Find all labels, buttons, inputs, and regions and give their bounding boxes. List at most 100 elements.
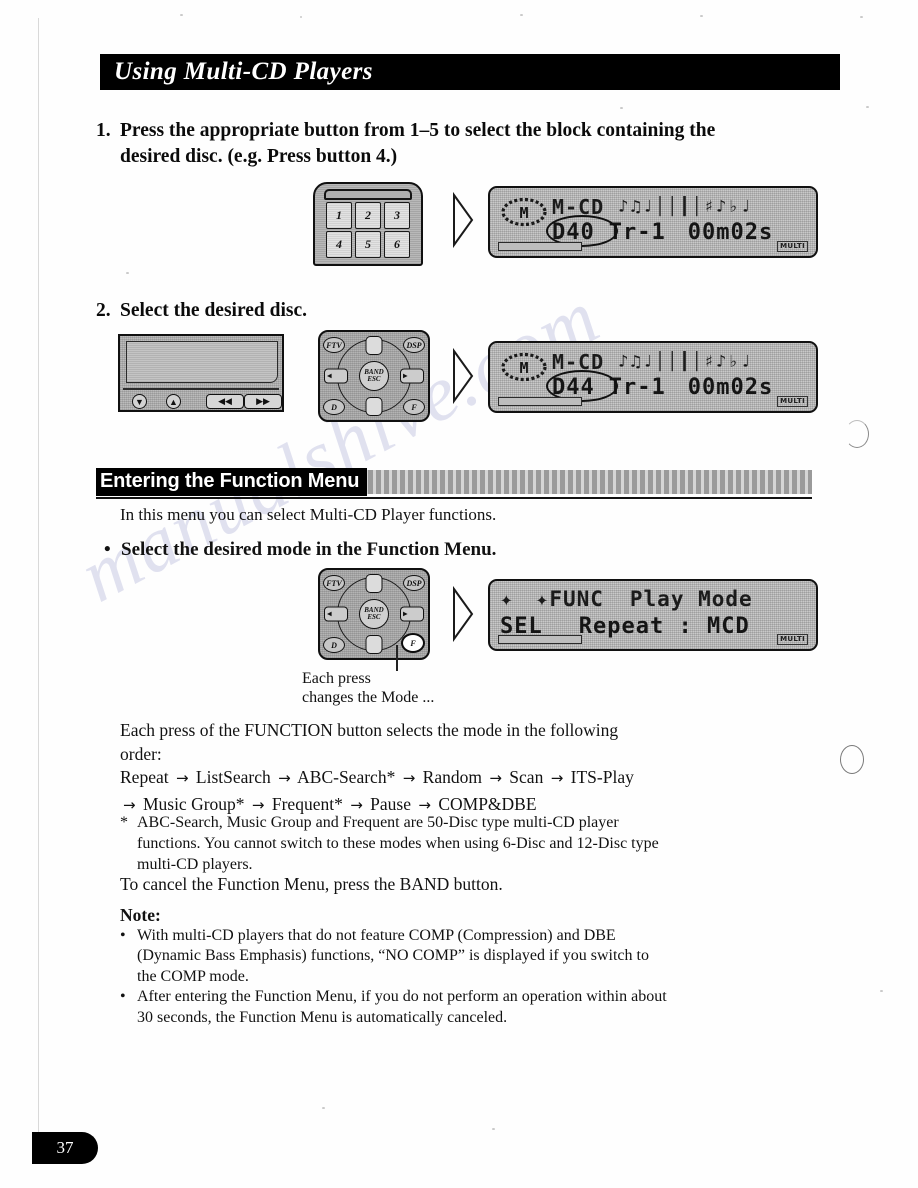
- keypad-key-2[interactable]: 2: [355, 202, 381, 229]
- flow-arrow-icon: [452, 348, 474, 404]
- remote-pad-right-glyph: ▶: [403, 610, 408, 618]
- scan-speck: [322, 1107, 325, 1109]
- multi-cd-disc-icon: M: [500, 197, 548, 227]
- mode-listsearch: ListSearch: [195, 767, 271, 787]
- remote-pad-up-button[interactable]: [365, 574, 383, 593]
- remote-pad-right-button[interactable]: ▶: [400, 606, 424, 622]
- remote-esc-label: ESC: [367, 375, 381, 383]
- bullet-marker-icon: •: [120, 988, 126, 1005]
- head-unit-skip-prev-button[interactable]: ◀◀: [206, 394, 244, 409]
- remote-dsp-button[interactable]: DSP: [403, 575, 425, 591]
- remote-pad-left-button[interactable]: ◀: [324, 606, 348, 622]
- remote-band-esc-button[interactable]: BAND ESC: [359, 599, 389, 629]
- flow-arrow-icon: [452, 192, 474, 248]
- note-item: • After entering the Function Menu, if y…: [120, 987, 668, 1028]
- head-unit-up-button[interactable]: ▲: [166, 394, 181, 409]
- note-item: • With multi-CD players that do not feat…: [120, 926, 668, 988]
- remote-ftv-button[interactable]: FTV: [323, 575, 345, 591]
- remote-dsp-button[interactable]: DSP: [403, 337, 425, 353]
- keypad-grid: 1 2 3 4 5 6: [326, 202, 410, 258]
- svg-text:M: M: [519, 204, 528, 222]
- lcd-func-row: ✦ ✦ FUNC Play Mode: [500, 586, 810, 612]
- keypad-key-1[interactable]: 1: [326, 202, 352, 229]
- page-title: Using Multi-CD Players: [114, 58, 373, 85]
- binder-hole-mark: [845, 420, 869, 448]
- mode-repeat: Repeat: [120, 767, 169, 787]
- chapter-title-bar: Using Multi-CD Players: [100, 54, 840, 90]
- remote-pad-right-button[interactable]: ▶: [400, 368, 424, 384]
- scan-edge-artifact: [38, 18, 39, 1143]
- lcd-func-label: FUNC: [549, 587, 604, 611]
- section-bullet-instruction: • Select the desired mode in the Functio…: [104, 537, 704, 563]
- section-intro-text: In this menu you can select Multi-CD Pla…: [120, 505, 497, 524]
- lcd-display-function-menu: ✦ ✦ FUNC Play Mode SEL Repeat : MCD MULT…: [488, 579, 818, 651]
- keypad-key-3[interactable]: 3: [384, 202, 410, 229]
- note-item-text: With multi-CD players that do not featur…: [137, 926, 649, 985]
- remote-pad-down-button[interactable]: [365, 397, 383, 416]
- chain-arrow-icon: →: [550, 769, 564, 787]
- remote-d-button[interactable]: D: [323, 399, 345, 415]
- bullet-marker-icon: •: [120, 926, 126, 944]
- step-1-text: Press the appropriate button from 1–5 to…: [120, 120, 716, 167]
- mode-scan: Scan: [509, 767, 544, 787]
- keypad-key-4[interactable]: 4: [326, 231, 352, 258]
- lcd-multi-indicator: MULTI: [777, 396, 808, 407]
- remote-pad-right-glyph: ▶: [403, 372, 408, 380]
- step-1-number: 1.: [96, 120, 111, 141]
- lcd-progress-bar: [498, 635, 582, 644]
- head-unit-down-button[interactable]: ▼: [132, 394, 147, 409]
- mode-order-chain: Repeat → ListSearch → ABC-Search* → Rand…: [120, 764, 680, 818]
- chain-arrow-icon: →: [402, 769, 416, 787]
- remote-pad-left-button[interactable]: ◀: [324, 368, 348, 384]
- lcd-equalizer-glyphs: ♪♫♩││┃│♯♪♭♩: [618, 197, 753, 217]
- head-unit-illustration: ▼ ▲ ◀◀ ▶▶: [118, 334, 284, 412]
- step-2-text: Select the desired disc.: [120, 300, 308, 321]
- section-bullet-text: Select the desired mode in the Function …: [121, 539, 497, 560]
- page-number: 37: [56, 1138, 74, 1157]
- mode-random: Random: [422, 767, 482, 787]
- footnote-text: ABC-Search, Music Group and Frequent are…: [137, 814, 659, 873]
- remote-pad-down-button[interactable]: [365, 635, 383, 654]
- keypad-top-slot: [324, 189, 412, 200]
- order-intro-paragraph: Each press of the FUNCTION button select…: [120, 720, 619, 764]
- scan-speck: [300, 16, 302, 18]
- keypad-key-6[interactable]: 6: [384, 231, 410, 258]
- scan-speck: [492, 1128, 495, 1130]
- cancel-instruction: To cancel the Function Menu, press the B…: [120, 874, 503, 894]
- scan-speck: [866, 106, 869, 108]
- note-heading: Note:: [120, 905, 161, 925]
- lcd-mode-label: Play Mode: [629, 587, 753, 611]
- mode-chain-line-1: Repeat → ListSearch → ABC-Search* → Rand…: [120, 764, 680, 791]
- svg-text:M: M: [519, 359, 528, 377]
- remote-band-esc-button[interactable]: BAND ESC: [359, 361, 389, 391]
- lcd-progress-bar: [498, 397, 582, 406]
- section-heading-rule: [96, 497, 812, 499]
- head-unit-skip-next-button[interactable]: ▶▶: [244, 394, 282, 409]
- remote-f-button[interactable]: F: [403, 399, 425, 415]
- remote-d-button[interactable]: D: [323, 637, 345, 653]
- note-item-text: After entering the Function Menu, if you…: [137, 988, 667, 1026]
- remote-pad-left-glyph: ◀: [327, 610, 332, 618]
- footnote: * ABC-Search, Music Group and Frequent a…: [120, 812, 668, 875]
- scan-speck: [620, 107, 623, 109]
- lcd-equalizer-glyphs: ♪♫♩││┃│♯♪♭♩: [618, 352, 753, 372]
- mode-comp-dbe: COMP&DBE: [438, 794, 537, 814]
- multi-cd-disc-icon: M: [500, 352, 548, 382]
- lcd-repeat-value: Repeat : MCD: [578, 613, 750, 639]
- step-1: 1. Press the appropriate button from 1–5…: [96, 118, 736, 170]
- lcd-left-arrow-icon: ✦: [500, 587, 514, 611]
- step-2: 2. Select the desired disc.: [96, 298, 656, 324]
- remote-pad-up-button[interactable]: [365, 336, 383, 355]
- section-heading-label: Entering the Function Menu: [96, 468, 368, 496]
- callout-leader-line: [396, 645, 398, 671]
- chain-arrow-icon: →: [489, 769, 502, 787]
- keypad-key-5[interactable]: 5: [355, 231, 381, 258]
- lcd-multi-indicator: MULTI: [777, 634, 808, 645]
- lcd-right-arrow-icon: ✦: [535, 587, 550, 611]
- mode-its-play: ITS-Play: [570, 767, 634, 787]
- remote-ftv-button[interactable]: FTV: [323, 337, 345, 353]
- remote-function-button-highlighted[interactable]: F: [401, 633, 425, 653]
- flow-arrow-icon: [452, 586, 474, 642]
- head-unit-screen: [126, 341, 278, 383]
- section-heading-bar: Entering the Function Menu: [96, 468, 812, 499]
